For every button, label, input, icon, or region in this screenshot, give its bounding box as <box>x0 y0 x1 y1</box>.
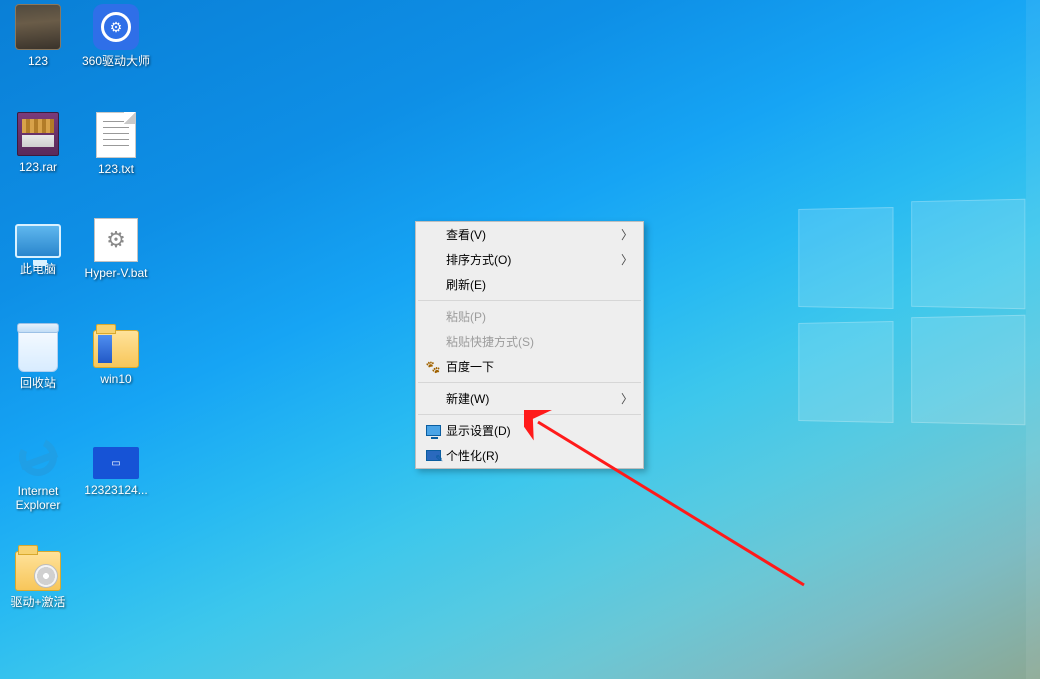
menu-label: 查看(V) <box>444 226 621 243</box>
menu-item-refresh[interactable]: 刷新(E) <box>416 272 643 297</box>
desktop-icon-txt[interactable]: 123.txt <box>78 112 154 176</box>
text-file-icon <box>96 112 136 158</box>
chevron-right-icon: 〉 <box>621 251 635 268</box>
icon-label: Internet Explorer <box>0 484 76 512</box>
icon-label: 123 <box>0 54 76 68</box>
menu-label: 个性化(R) <box>444 447 635 464</box>
icon-label: 123.rar <box>0 160 76 174</box>
menu-item-paste: 粘贴(P) <box>416 304 643 329</box>
monitor-icon <box>15 224 61 258</box>
image-thumb-icon <box>93 447 139 479</box>
gear-file-icon: ⚙ <box>94 218 138 262</box>
desktop-icon-drivers-folder[interactable]: 驱动+激活 <box>0 548 76 609</box>
icon-label: 驱动+激活 <box>0 595 76 609</box>
icon-label: 回收站 <box>0 376 76 390</box>
recycle-bin-icon <box>18 326 58 372</box>
scrollbar-hint <box>1026 0 1040 679</box>
chevron-right-icon: 〉 <box>621 226 635 243</box>
desktop-icon-image-file[interactable]: 12323124... <box>78 440 154 497</box>
icon-label: 123.txt <box>78 162 154 176</box>
menu-label: 粘贴(P) <box>444 308 635 325</box>
folder-disc-icon <box>15 551 61 591</box>
personalize-icon <box>422 450 444 461</box>
archive-icon <box>17 112 59 156</box>
windows-logo-watermark <box>775 190 1040 450</box>
desktop-icon-this-pc[interactable]: 此电脑 <box>0 218 76 276</box>
menu-item-display-settings[interactable]: 显示设置(D) <box>416 418 643 443</box>
baidu-paw-icon <box>422 360 444 374</box>
menu-item-view[interactable]: 查看(V)〉 <box>416 222 643 247</box>
menu-item-paste-shortcut: 粘贴快捷方式(S) <box>416 329 643 354</box>
gear-icon <box>101 12 131 42</box>
menu-label: 刷新(E) <box>444 276 635 293</box>
menu-item-personalize[interactable]: 个性化(R) <box>416 443 643 468</box>
menu-label: 粘贴快捷方式(S) <box>444 333 635 350</box>
desktop-icon-recycle-bin[interactable]: 回收站 <box>0 326 76 390</box>
folder-icon <box>93 330 139 368</box>
desktop-icon-ie[interactable]: Internet Explorer <box>0 434 76 512</box>
menu-item-new[interactable]: 新建(W)〉 <box>416 386 643 411</box>
desktop-icon-bat[interactable]: ⚙ Hyper-V.bat <box>78 218 154 280</box>
display-settings-icon <box>422 425 444 436</box>
desktop-icon-folder-123[interactable]: 123 <box>0 4 76 68</box>
icon-label: win10 <box>78 372 154 386</box>
chevron-right-icon: 〉 <box>621 390 635 407</box>
menu-label: 显示设置(D) <box>444 422 635 439</box>
menu-label: 新建(W) <box>444 390 621 407</box>
desktop-context-menu: 查看(V)〉 排序方式(O)〉 刷新(E) 粘贴(P) 粘贴快捷方式(S) 百度… <box>415 221 644 469</box>
menu-separator <box>418 300 641 301</box>
menu-item-sort[interactable]: 排序方式(O)〉 <box>416 247 643 272</box>
desktop-icon-win10-folder[interactable]: win10 <box>78 326 154 386</box>
internet-explorer-icon <box>15 434 61 480</box>
menu-separator <box>418 382 641 383</box>
icon-label: 360驱动大师 <box>78 54 154 68</box>
menu-separator <box>418 414 641 415</box>
menu-item-baidu[interactable]: 百度一下 <box>416 354 643 379</box>
icon-label: Hyper-V.bat <box>78 266 154 280</box>
desktop-icon-rar[interactable]: 123.rar <box>0 112 76 174</box>
icon-label: 12323124... <box>78 483 154 497</box>
menu-label: 百度一下 <box>444 358 635 375</box>
desktop-icon-360driver[interactable]: 360驱动大师 <box>78 4 154 68</box>
menu-label: 排序方式(O) <box>444 251 621 268</box>
